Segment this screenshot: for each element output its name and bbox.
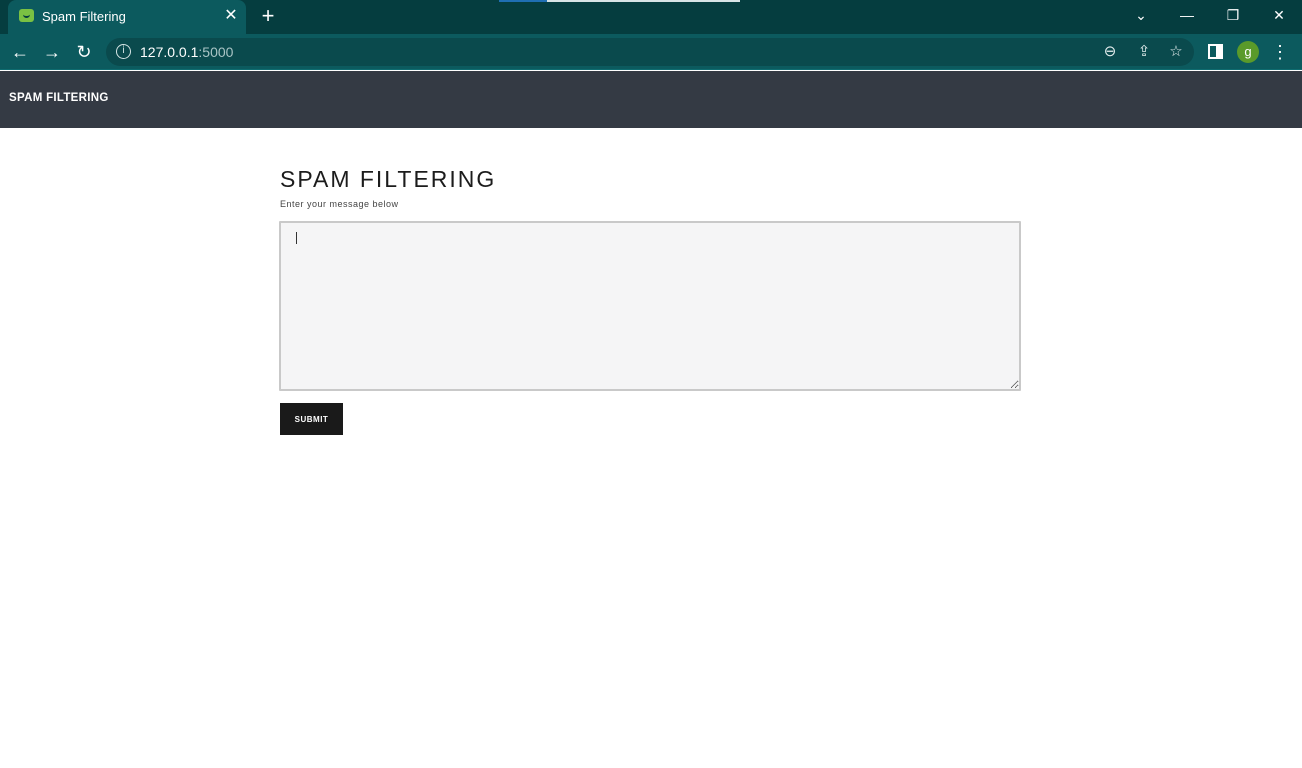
profile-avatar[interactable]: g bbox=[1237, 41, 1259, 63]
spam-form-section: SPAM FILTERING Enter your message below … bbox=[279, 165, 1022, 435]
text-caret bbox=[296, 232, 297, 244]
minimize-icon[interactable]: — bbox=[1175, 4, 1199, 26]
favicon-icon bbox=[19, 9, 34, 22]
zoom-icon[interactable]: ⊖ bbox=[1100, 42, 1120, 62]
submit-button[interactable]: SUBMIT bbox=[280, 403, 343, 435]
browser-tab-active[interactable]: Spam Filtering ✕ bbox=[8, 0, 246, 34]
forward-arrow-icon[interactable]: → bbox=[40, 40, 64, 64]
address-url[interactable]: 127.0.0.1:5000 bbox=[140, 44, 233, 60]
new-tab-icon[interactable]: + bbox=[256, 4, 280, 28]
restore-icon[interactable]: ❐ bbox=[1221, 4, 1245, 26]
browser-toolbar: ← → ↻ i 127.0.0.1:5000 ⊖ ⇪ ☆ g ⋮ bbox=[0, 34, 1302, 70]
message-textarea[interactable] bbox=[279, 221, 1021, 391]
tab-search-chevron-icon[interactable]: ⌄ bbox=[1129, 4, 1153, 26]
back-arrow-icon[interactable]: ← bbox=[8, 40, 32, 64]
form-instructions: Enter your message below bbox=[280, 199, 399, 209]
reload-icon[interactable]: ↻ bbox=[72, 40, 96, 64]
share-icon[interactable]: ⇪ bbox=[1134, 42, 1154, 62]
close-tab-icon[interactable]: ✕ bbox=[222, 6, 240, 26]
site-info-icon[interactable]: i bbox=[116, 44, 131, 59]
url-host: 127.0.0.1 bbox=[140, 44, 199, 60]
bookmark-star-icon[interactable]: ☆ bbox=[1166, 42, 1186, 62]
browser-tab-strip: Spam Filtering ✕ + ⌄ — ❐ ✕ bbox=[0, 0, 1302, 34]
tab-strip-indicator bbox=[499, 0, 547, 2]
page-title: SPAM FILTERING bbox=[280, 166, 497, 192]
browser-menu-icon[interactable]: ⋮ bbox=[1270, 40, 1290, 64]
side-panel-icon[interactable] bbox=[1208, 44, 1223, 59]
site-navbar: SPAM FILTERING bbox=[0, 71, 1302, 128]
navbar-brand[interactable]: SPAM FILTERING bbox=[9, 92, 109, 104]
tab-title: Spam Filtering bbox=[42, 9, 126, 24]
tab-strip-indicator-secondary bbox=[547, 0, 740, 2]
address-bar[interactable]: i 127.0.0.1:5000 ⊖ ⇪ ☆ bbox=[106, 38, 1194, 66]
close-window-icon[interactable]: ✕ bbox=[1267, 4, 1291, 26]
url-port: :5000 bbox=[198, 44, 234, 60]
